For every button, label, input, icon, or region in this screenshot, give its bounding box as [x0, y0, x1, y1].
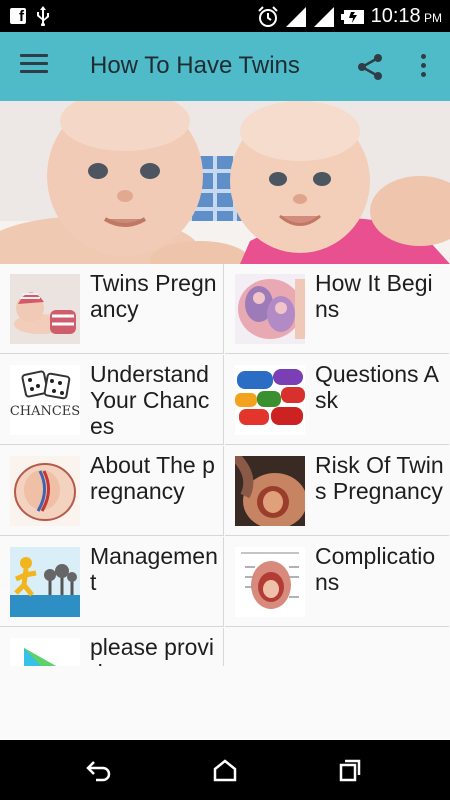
page-title: How To Have Twins [90, 52, 300, 79]
grid-item-management[interactable]: Management [0, 537, 224, 627]
back-icon[interactable] [86, 758, 112, 782]
svg-text:CHANCES: CHANCES [10, 404, 80, 419]
grid-item-twins-pregnancy[interactable]: Twins Pregnancy [0, 264, 224, 354]
grid-item-complications[interactable]: Complications [225, 537, 449, 627]
runner-illustration [10, 547, 80, 617]
grid-item-label: please provide [90, 634, 215, 666]
share-icon[interactable] [356, 53, 384, 81]
home-icon[interactable] [212, 758, 238, 782]
facebook-icon: f [10, 8, 26, 25]
clock: 10:18 PM [370, 5, 442, 27]
grid-item-risk-of-twins-pregnancy[interactable]: Risk Of Twins Pregnancy [225, 446, 449, 536]
signal-icon [313, 7, 334, 27]
recents-icon[interactable] [337, 758, 363, 782]
sleeping-baby-photo [10, 274, 80, 344]
pregnant-belly-photo [235, 456, 305, 526]
app-bar: How To Have Twins [0, 32, 450, 101]
grid-item-understand-your-chances[interactable]: CHANCES Understand Your Chances [0, 355, 224, 445]
status-bar: f 10:18 PM [0, 0, 450, 32]
play-store-icon [10, 638, 80, 666]
fetus-diagram-image [10, 456, 80, 526]
navigation-bar [0, 740, 450, 800]
alarm-icon [257, 6, 278, 27]
grid-item-label: Complications [315, 543, 436, 595]
uterus-diagram-image [235, 547, 305, 617]
question-bubbles-image [235, 365, 305, 435]
grid-item-empty [225, 628, 449, 666]
grid-item-label: Management [90, 543, 218, 595]
twin-babies-photo [0, 101, 450, 264]
dice-chances-image: CHANCES [10, 365, 80, 435]
battery-icon [340, 10, 364, 24]
grid-item-questions-ask[interactable]: Questions Ask [225, 355, 449, 445]
grid-item-how-it-begins[interactable]: How It Begins [225, 264, 449, 354]
hamburger-menu-icon[interactable] [20, 54, 48, 78]
grid-item-label: Questions Ask [315, 361, 440, 413]
usb-icon [37, 6, 49, 26]
grid-item-label: Twins Pregnancy [90, 270, 217, 322]
topic-grid: Twins Pregnancy How It Begins CHANCES Un… [0, 264, 450, 666]
grid-item-label: How It Begins [315, 270, 433, 322]
grid-item-label: About The pregnancy [90, 452, 215, 504]
hero-image [0, 101, 450, 264]
grid-item-label: Understand Your Chances [90, 361, 210, 439]
grid-item-about-the-pregnancy[interactable]: About The pregnancy [0, 446, 224, 536]
grid-item-please-provide[interactable]: please provide [0, 628, 224, 666]
more-vert-icon[interactable] [413, 54, 433, 82]
twin-fetus-illustration [235, 274, 305, 344]
grid-item-label: Risk Of Twins Pregnancy [315, 452, 444, 504]
signal-icon [285, 7, 306, 27]
